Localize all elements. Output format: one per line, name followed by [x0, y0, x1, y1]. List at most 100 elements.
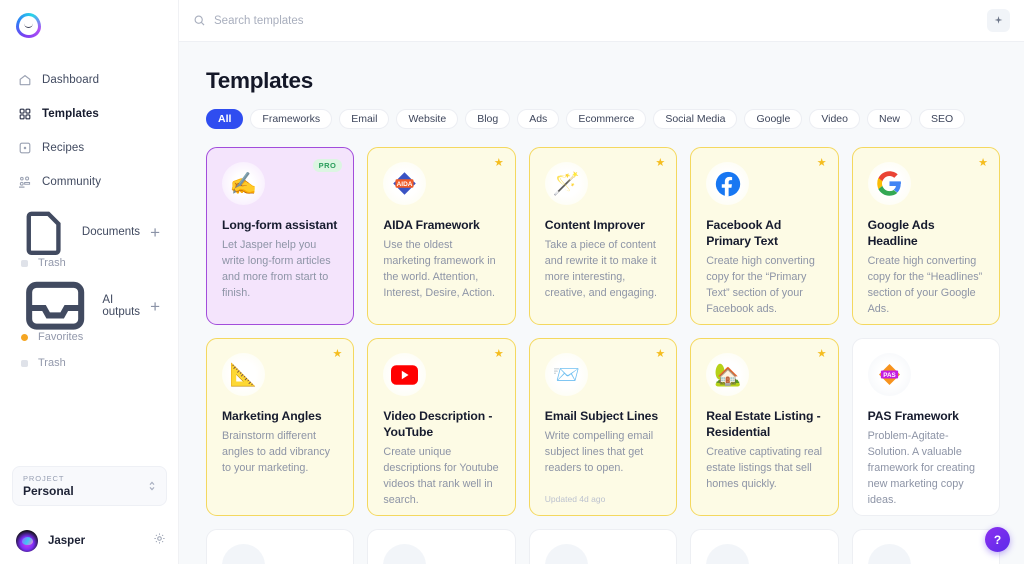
template-card[interactable] [367, 529, 515, 564]
project-value: Personal [23, 484, 74, 498]
add-ai-output-button[interactable]: + [150, 298, 160, 315]
sidebar-section-label: Documents [82, 226, 140, 238]
sidebar-section-ai-outputs[interactable]: AI outputs + [10, 294, 168, 318]
card-thumbnail: 🏡 [706, 353, 749, 396]
nav-group-main: Dashboard Templates [0, 68, 178, 374]
logo-face [24, 23, 33, 28]
card-thumbnail: PAS [868, 353, 911, 396]
filter-chip-video[interactable]: Video [809, 109, 860, 129]
card-description: Use the oldest marketing framework in th… [383, 238, 499, 301]
template-card[interactable] [690, 529, 838, 564]
favorite-star-icon[interactable]: ★ [817, 158, 827, 169]
card-description: Problem-Agitate-Solution. A valuable fra… [868, 429, 984, 508]
card-thumbnail [222, 544, 265, 564]
favorite-star-icon[interactable]: ★ [817, 349, 827, 360]
template-card[interactable]: ★AIDAAIDA FrameworkUse the oldest market… [367, 147, 515, 325]
sidebar-item-label: Community [42, 176, 101, 188]
filter-chip-website[interactable]: Website [396, 109, 458, 129]
favorite-star-icon[interactable]: ★ [494, 349, 504, 360]
pas-icon: PAS [876, 361, 903, 388]
search-icon [193, 14, 206, 27]
card-title: Marketing Angles [222, 408, 338, 424]
filter-chip-seo[interactable]: SEO [919, 109, 965, 129]
sidebar-item-label: Dashboard [42, 74, 99, 86]
sparkle-button[interactable] [987, 9, 1010, 32]
logo-wrap [0, 0, 178, 38]
facebook-icon [715, 171, 741, 197]
template-card[interactable] [529, 529, 677, 564]
card-description: Create high converting copy for the “Pri… [706, 254, 822, 317]
template-card[interactable]: ★🪄Content ImproverTake a piece of conten… [529, 147, 677, 325]
template-card[interactable]: PRO✍️Long-form assistantLet Jasper help … [206, 147, 354, 325]
search-wrap [193, 14, 987, 27]
card-thumbnail [383, 353, 426, 396]
sidebar-item-templates[interactable]: Templates [10, 102, 168, 126]
recipe-icon [18, 141, 32, 155]
favorite-star-icon[interactable]: ★ [655, 349, 665, 360]
template-card[interactable]: ★🏡Real Estate Listing - ResidentialCreat… [690, 338, 838, 516]
gear-icon[interactable] [153, 532, 166, 550]
project-text: PROJECT Personal [23, 474, 74, 498]
sidebar-item-dashboard[interactable]: Dashboard [10, 68, 168, 92]
project-selector[interactable]: PROJECT Personal [12, 466, 167, 506]
trash-dot-icon [21, 260, 28, 267]
youtube-icon [391, 365, 418, 385]
template-card[interactable]: ★Video Description - YouTubeCreate uniqu… [367, 338, 515, 516]
triangular-ruler-icon: 📐 [230, 364, 257, 386]
sidebar-item-community[interactable]: Community [10, 170, 168, 194]
filter-chip-blog[interactable]: Blog [465, 109, 510, 129]
favorite-star-icon[interactable]: ★ [978, 158, 988, 169]
chevron-updown-icon [148, 480, 156, 492]
template-grid-row3 [206, 529, 1000, 564]
filter-chip-google[interactable]: Google [744, 109, 802, 129]
topbar [179, 0, 1024, 42]
favorite-star-icon[interactable]: ★ [333, 349, 343, 360]
template-card[interactable] [206, 529, 354, 564]
template-card[interactable]: ★📨Email Subject LinesWrite compelling em… [529, 338, 677, 516]
template-card[interactable]: ★ 📐 Marketing Angles Brainstorm different a… [206, 338, 354, 516]
sidebar-item-label: Templates [42, 108, 99, 120]
avatar [16, 530, 38, 552]
filter-chip-all[interactable]: All [206, 109, 243, 129]
card-description: Create unique descriptions for Youtube v… [383, 445, 499, 508]
card-thumbnail: 📐 [222, 353, 265, 396]
sidebar-section-documents[interactable]: Documents + [10, 220, 168, 244]
filter-chip-row: All Frameworks Email Website Blog Ads Ecommerc… [206, 109, 1000, 129]
add-document-button[interactable]: + [150, 224, 160, 241]
card-thumbnail: ✍️ [222, 162, 265, 205]
card-description: Take a piece of content and rewrite it t… [545, 238, 661, 301]
template-card[interactable] [852, 529, 1000, 564]
card-thumbnail [545, 544, 588, 564]
filter-chip-email[interactable]: Email [339, 109, 389, 129]
filter-chip-social-media[interactable]: Social Media [653, 109, 737, 129]
sidebar-item-outputs-trash[interactable]: Trash [10, 352, 168, 374]
card-description: Creative captivating real estate listing… [706, 445, 822, 493]
template-card[interactable]: ★Facebook Ad Primary TextCreate high con… [690, 147, 838, 325]
card-meta: Updated 4d ago [545, 494, 606, 504]
filter-chip-new[interactable]: New [867, 109, 912, 129]
favorite-star-icon[interactable]: ★ [655, 158, 665, 169]
grid-icon [18, 107, 32, 121]
sidebar-section-label: AI outputs [102, 294, 140, 318]
jasper-logo[interactable] [16, 13, 41, 38]
template-card[interactable]: PAS PAS Framework Problem-Agitate-Solution… [852, 338, 1000, 516]
card-title: Email Subject Lines [545, 408, 661, 424]
aida-icon: AIDA [391, 170, 418, 197]
template-card[interactable]: ★Google Ads HeadlineCreate high converti… [852, 147, 1000, 325]
help-button[interactable]: ? [985, 527, 1010, 552]
filter-chip-ads[interactable]: Ads [517, 109, 559, 129]
sidebar-item-label: Recipes [42, 142, 84, 154]
card-thumbnail [383, 544, 426, 564]
filter-chip-ecommerce[interactable]: Ecommerce [566, 109, 646, 129]
card-description: Brainstorm different angles to add vibra… [222, 429, 338, 477]
community-icon [18, 175, 32, 189]
user-row[interactable]: Jasper [16, 530, 166, 552]
sidebar-item-recipes[interactable]: Recipes [10, 136, 168, 160]
filter-chip-frameworks[interactable]: Frameworks [250, 109, 332, 129]
card-title: PAS Framework [868, 408, 984, 424]
sparkle-icon [993, 15, 1004, 26]
svg-text:AIDA: AIDA [397, 181, 413, 188]
favorite-star-icon[interactable]: ★ [494, 158, 504, 169]
card-description: Write compelling email subject lines tha… [545, 429, 661, 477]
search-input[interactable] [214, 15, 534, 27]
